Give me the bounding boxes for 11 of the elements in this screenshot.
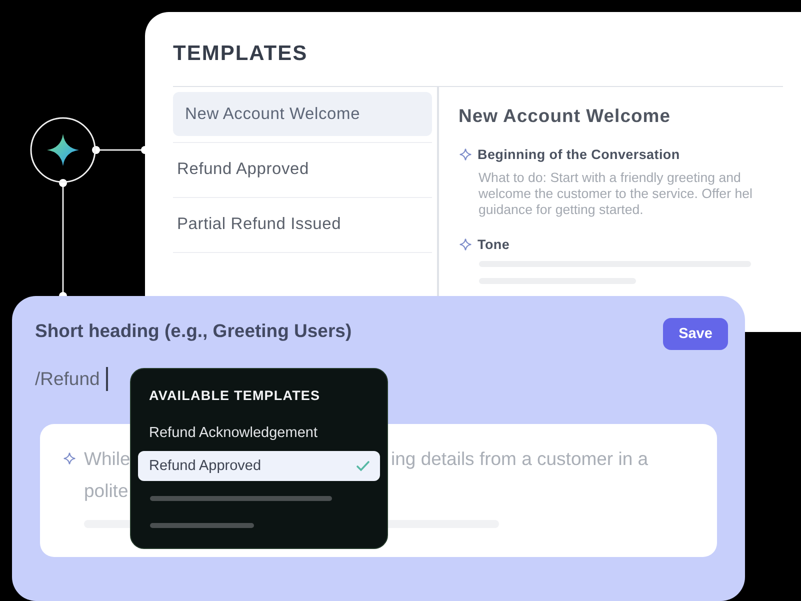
section-title: Beginning of the Conversation (478, 147, 680, 162)
description-text: welcome the customer to the service. Offer hel (478, 187, 752, 201)
body-text: While (84, 448, 130, 470)
detail-heading: New Account Welcome (458, 105, 671, 127)
section-title: Tone (478, 237, 510, 252)
dropdown-title: AVAILABLE TEMPLATES (148, 388, 322, 403)
panel-title: TEMPLATES (173, 42, 308, 66)
description-text: What to do: Start with a friendly greeting and (478, 171, 741, 185)
description-text: guidance for getting started. (478, 203, 644, 217)
body-text: ing details from a customer in a (391, 448, 648, 470)
body-text: polite (84, 480, 128, 502)
